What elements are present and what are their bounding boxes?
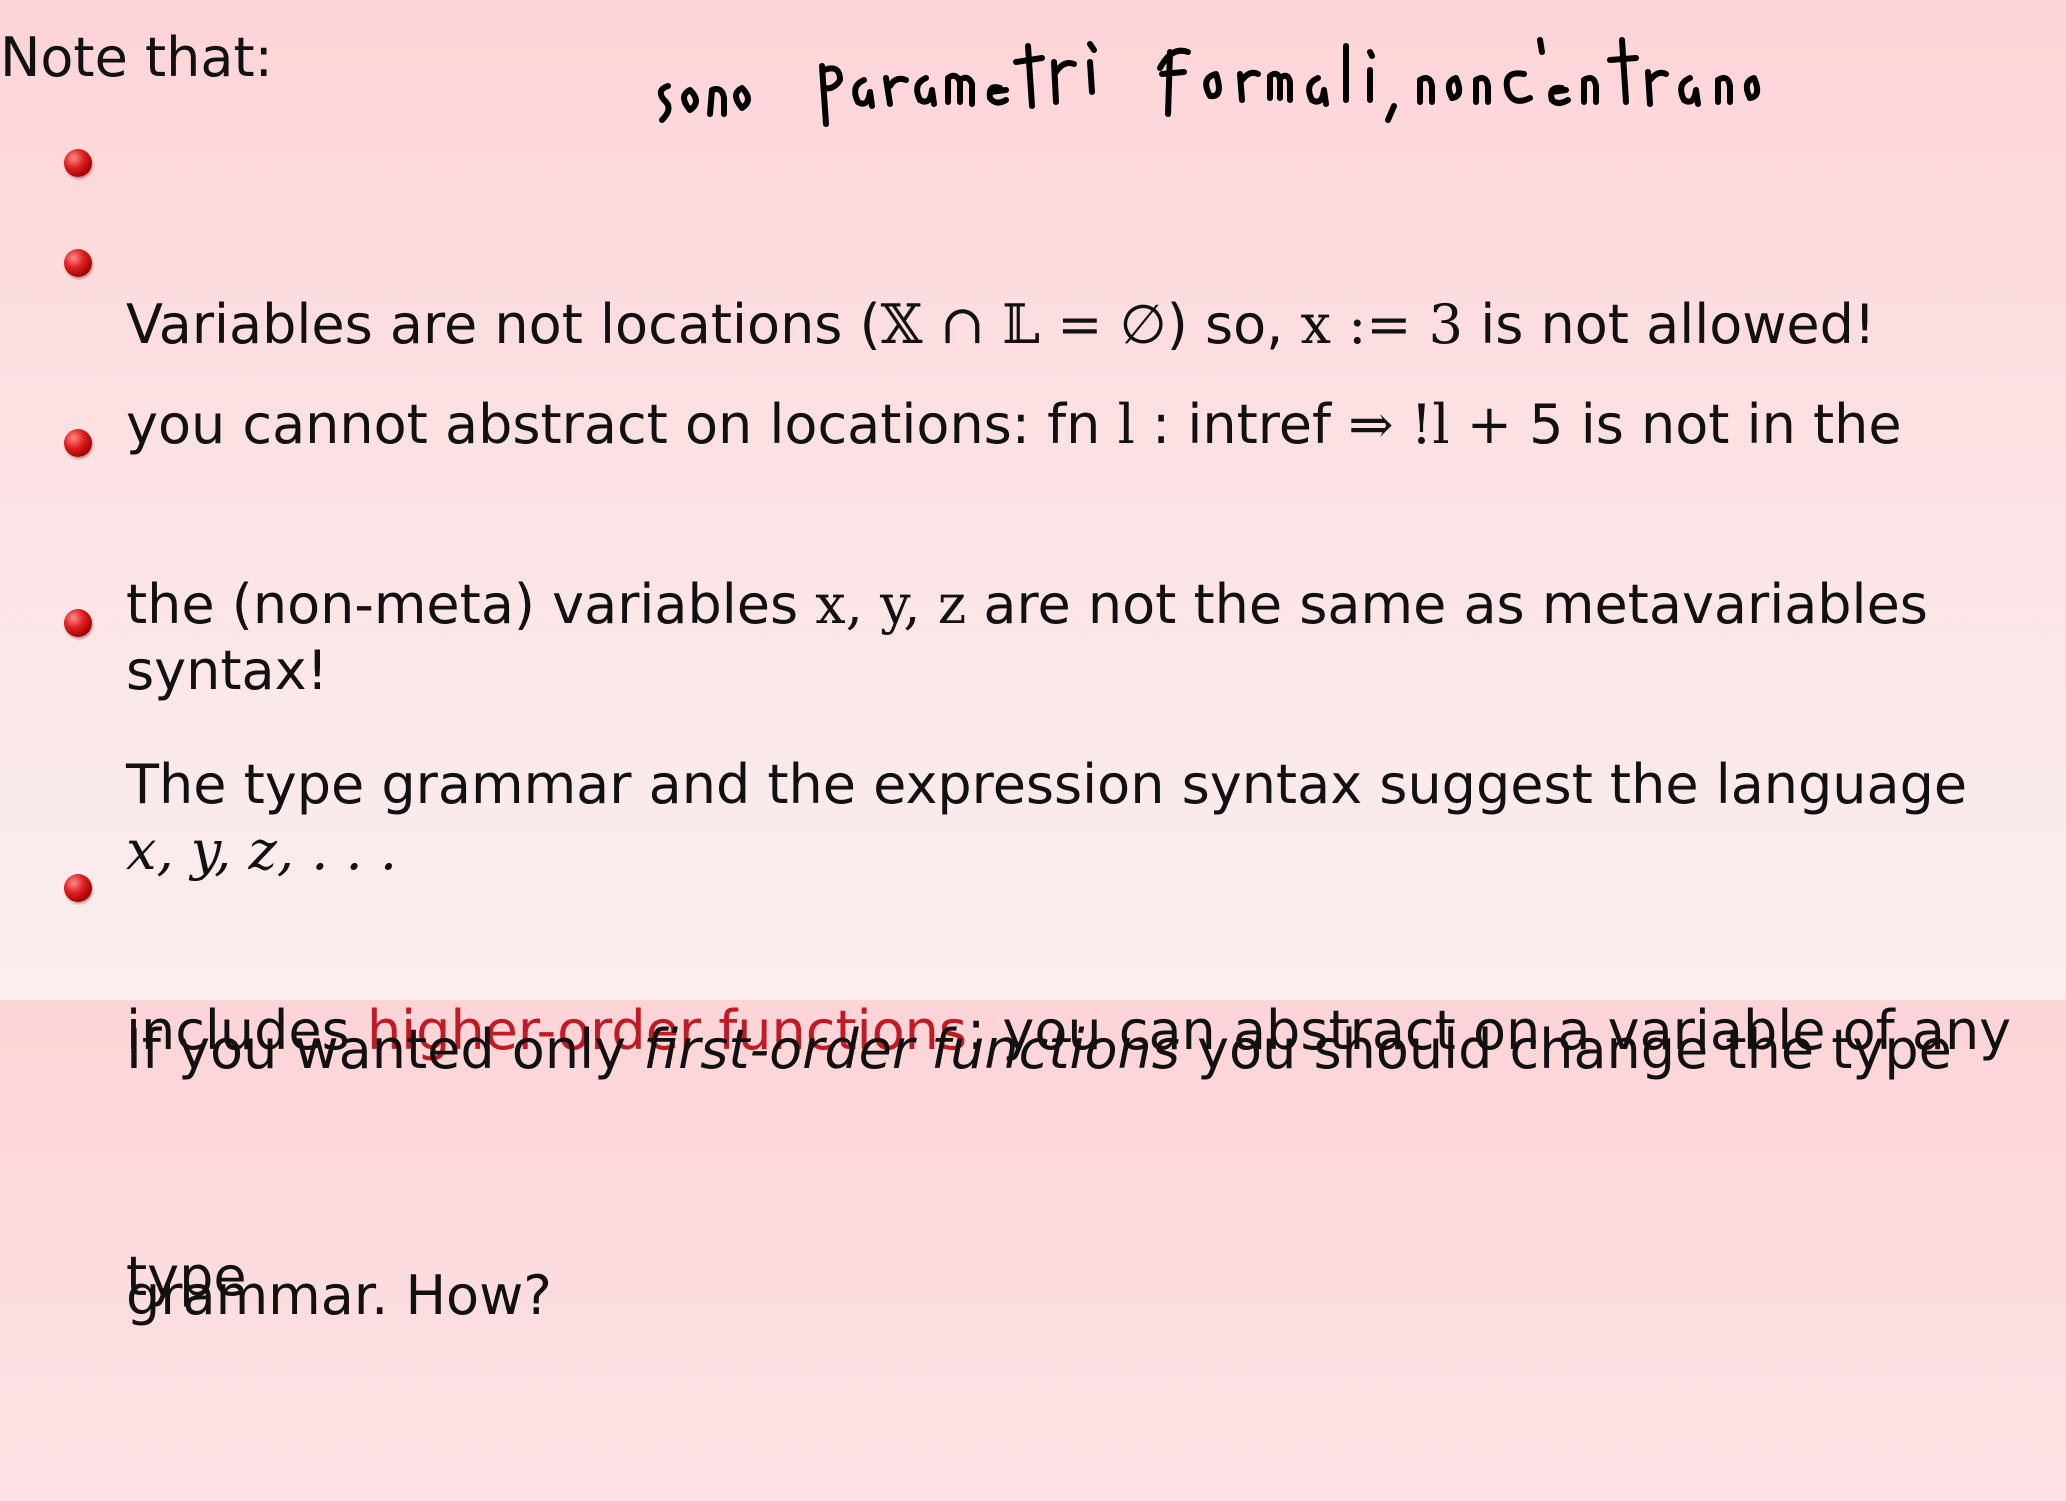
bullet-line: If you wanted only first-order functions…: [126, 1009, 2046, 1091]
text-run: If you wanted only: [126, 1018, 644, 1081]
slide: Note that: Variables are not locations (…: [0, 0, 2066, 1327]
emphasis-text: first-order functions: [643, 1018, 1180, 1081]
intro-text: Note that:: [0, 26, 273, 89]
bullet-line: grammar. How?: [126, 1255, 2046, 1337]
handwritten-annotation: [657, 37, 1761, 127]
bullet-icon: [64, 429, 92, 457]
bullet-line: The type grammar and the expression synt…: [126, 744, 2046, 826]
bullet-text: If you wanted only first-order functions…: [126, 845, 2046, 1501]
text-run: grammar. How?: [126, 1264, 552, 1327]
text-run: The type grammar and the expression synt…: [126, 753, 1968, 816]
bullet-icon: [64, 249, 92, 277]
bullet-icon: [64, 874, 92, 902]
bullet-icon: [64, 149, 92, 177]
text-run: you should change the type: [1179, 1018, 1952, 1081]
bullet-icon: [64, 609, 92, 637]
